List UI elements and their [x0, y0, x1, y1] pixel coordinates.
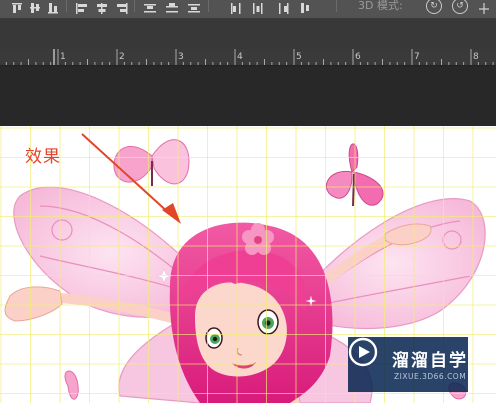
align-bottom-edges-icon[interactable] — [48, 0, 58, 14]
auto-align-layers-icon[interactable] — [300, 0, 310, 13]
ruler-label: 8 — [473, 52, 479, 62]
align-right-edges-icon[interactable] — [116, 0, 128, 14]
distribute-top-icon[interactable] — [144, 0, 156, 13]
3d-roll-icon[interactable]: ↺ — [452, 0, 468, 14]
distribute-vcenter-icon[interactable] — [166, 0, 178, 13]
annotation-text: 效果 — [25, 147, 61, 167]
ruler-ticks: 1 2 3 4 5 6 7 8 — [5, 49, 494, 65]
watermark-title: 溜溜自学 — [392, 351, 468, 371]
toolbar-separator — [66, 0, 67, 12]
toolbar-separator — [134, 0, 135, 12]
ruler-label: 5 — [296, 52, 302, 62]
ruler-label: 7 — [414, 52, 420, 62]
ruler-label: 1 — [60, 52, 66, 62]
ruler-label: 4 — [237, 52, 243, 62]
distribute-hcenter-icon[interactable] — [252, 0, 264, 14]
distribute-left-icon[interactable] — [230, 0, 242, 14]
3d-mode-label: 3D 模式: — [358, 0, 403, 12]
ruler-label: 6 — [355, 52, 361, 62]
3d-pan-icon[interactable] — [478, 0, 490, 14]
document-tab-strip — [0, 19, 496, 49]
ruler-label: 3 — [178, 52, 184, 62]
3d-orbit-icon[interactable]: ↻ — [426, 0, 442, 14]
butterfly-bottom-left — [64, 370, 79, 400]
align-top-edges-icon[interactable] — [12, 0, 22, 13]
left-hand — [4, 286, 63, 322]
toolbar-separator — [336, 0, 337, 12]
horizontal-ruler[interactable]: 1 2 3 4 5 6 7 8 — [0, 49, 496, 66]
document-canvas[interactable]: 效果 溜溜自学 ZIXUE.3D66.COM — [0, 126, 496, 403]
watermark-play-icon — [348, 337, 378, 367]
watermark-url: ZIXUE.3D66.COM — [394, 372, 467, 381]
options-bar: 3D 模式: ↻ ↺ — [0, 0, 496, 19]
ruler-label: 2 — [119, 52, 125, 62]
distribute-bottom-icon[interactable] — [188, 0, 200, 13]
toolbar-separator — [208, 0, 209, 12]
pasteboard-area — [0, 66, 496, 126]
align-horizontal-centers-icon[interactable] — [96, 0, 108, 14]
distribute-right-icon[interactable] — [278, 0, 290, 14]
align-vertical-centers-icon[interactable] — [30, 0, 40, 13]
watermark-badge: 溜溜自学 ZIXUE.3D66.COM — [348, 337, 468, 392]
align-left-edges-icon[interactable] — [76, 0, 88, 14]
left-pupil — [212, 336, 218, 342]
